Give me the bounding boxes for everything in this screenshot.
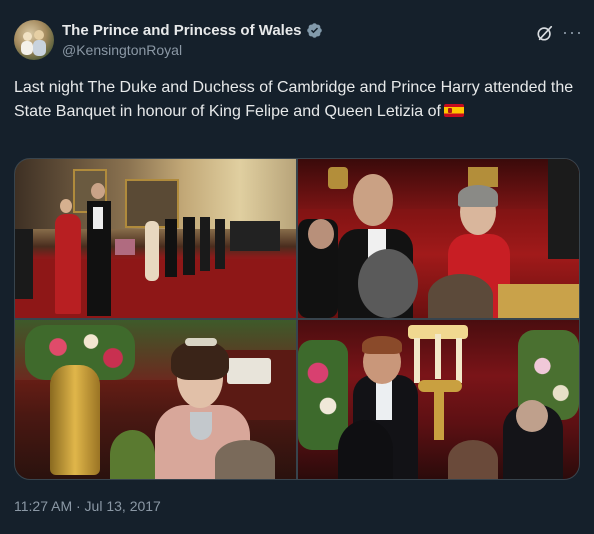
tweet-card: The Prince and Princess of Wales @Kensin… bbox=[0, 0, 594, 534]
photo-grid bbox=[14, 158, 580, 480]
verified-badge-icon bbox=[306, 23, 322, 38]
tweet-text-block: Last night The Duke and Duchess of Cambr… bbox=[14, 76, 574, 124]
author-handle[interactable]: @KensingtonRoyal bbox=[62, 42, 182, 58]
more-options-icon[interactable]: ··· bbox=[562, 22, 583, 43]
photo-2-banquet-table[interactable] bbox=[298, 159, 579, 318]
photo-3-duchess[interactable] bbox=[15, 320, 296, 479]
profile-avatar[interactable] bbox=[14, 20, 54, 60]
tweet-text: Last night The Duke and Duchess of Cambr… bbox=[14, 79, 574, 120]
photo-1-procession[interactable] bbox=[15, 159, 296, 318]
spain-flag-emoji bbox=[443, 104, 464, 117]
photo-4-prince-harry[interactable] bbox=[298, 320, 579, 479]
author-name-row[interactable]: The Prince and Princess of Wales bbox=[62, 22, 323, 39]
tweet-timestamp[interactable]: 11:27 AM · Jul 13, 2017 bbox=[14, 498, 161, 514]
author-name[interactable]: The Prince and Princess of Wales bbox=[62, 22, 302, 39]
grok-icon[interactable] bbox=[536, 24, 554, 42]
